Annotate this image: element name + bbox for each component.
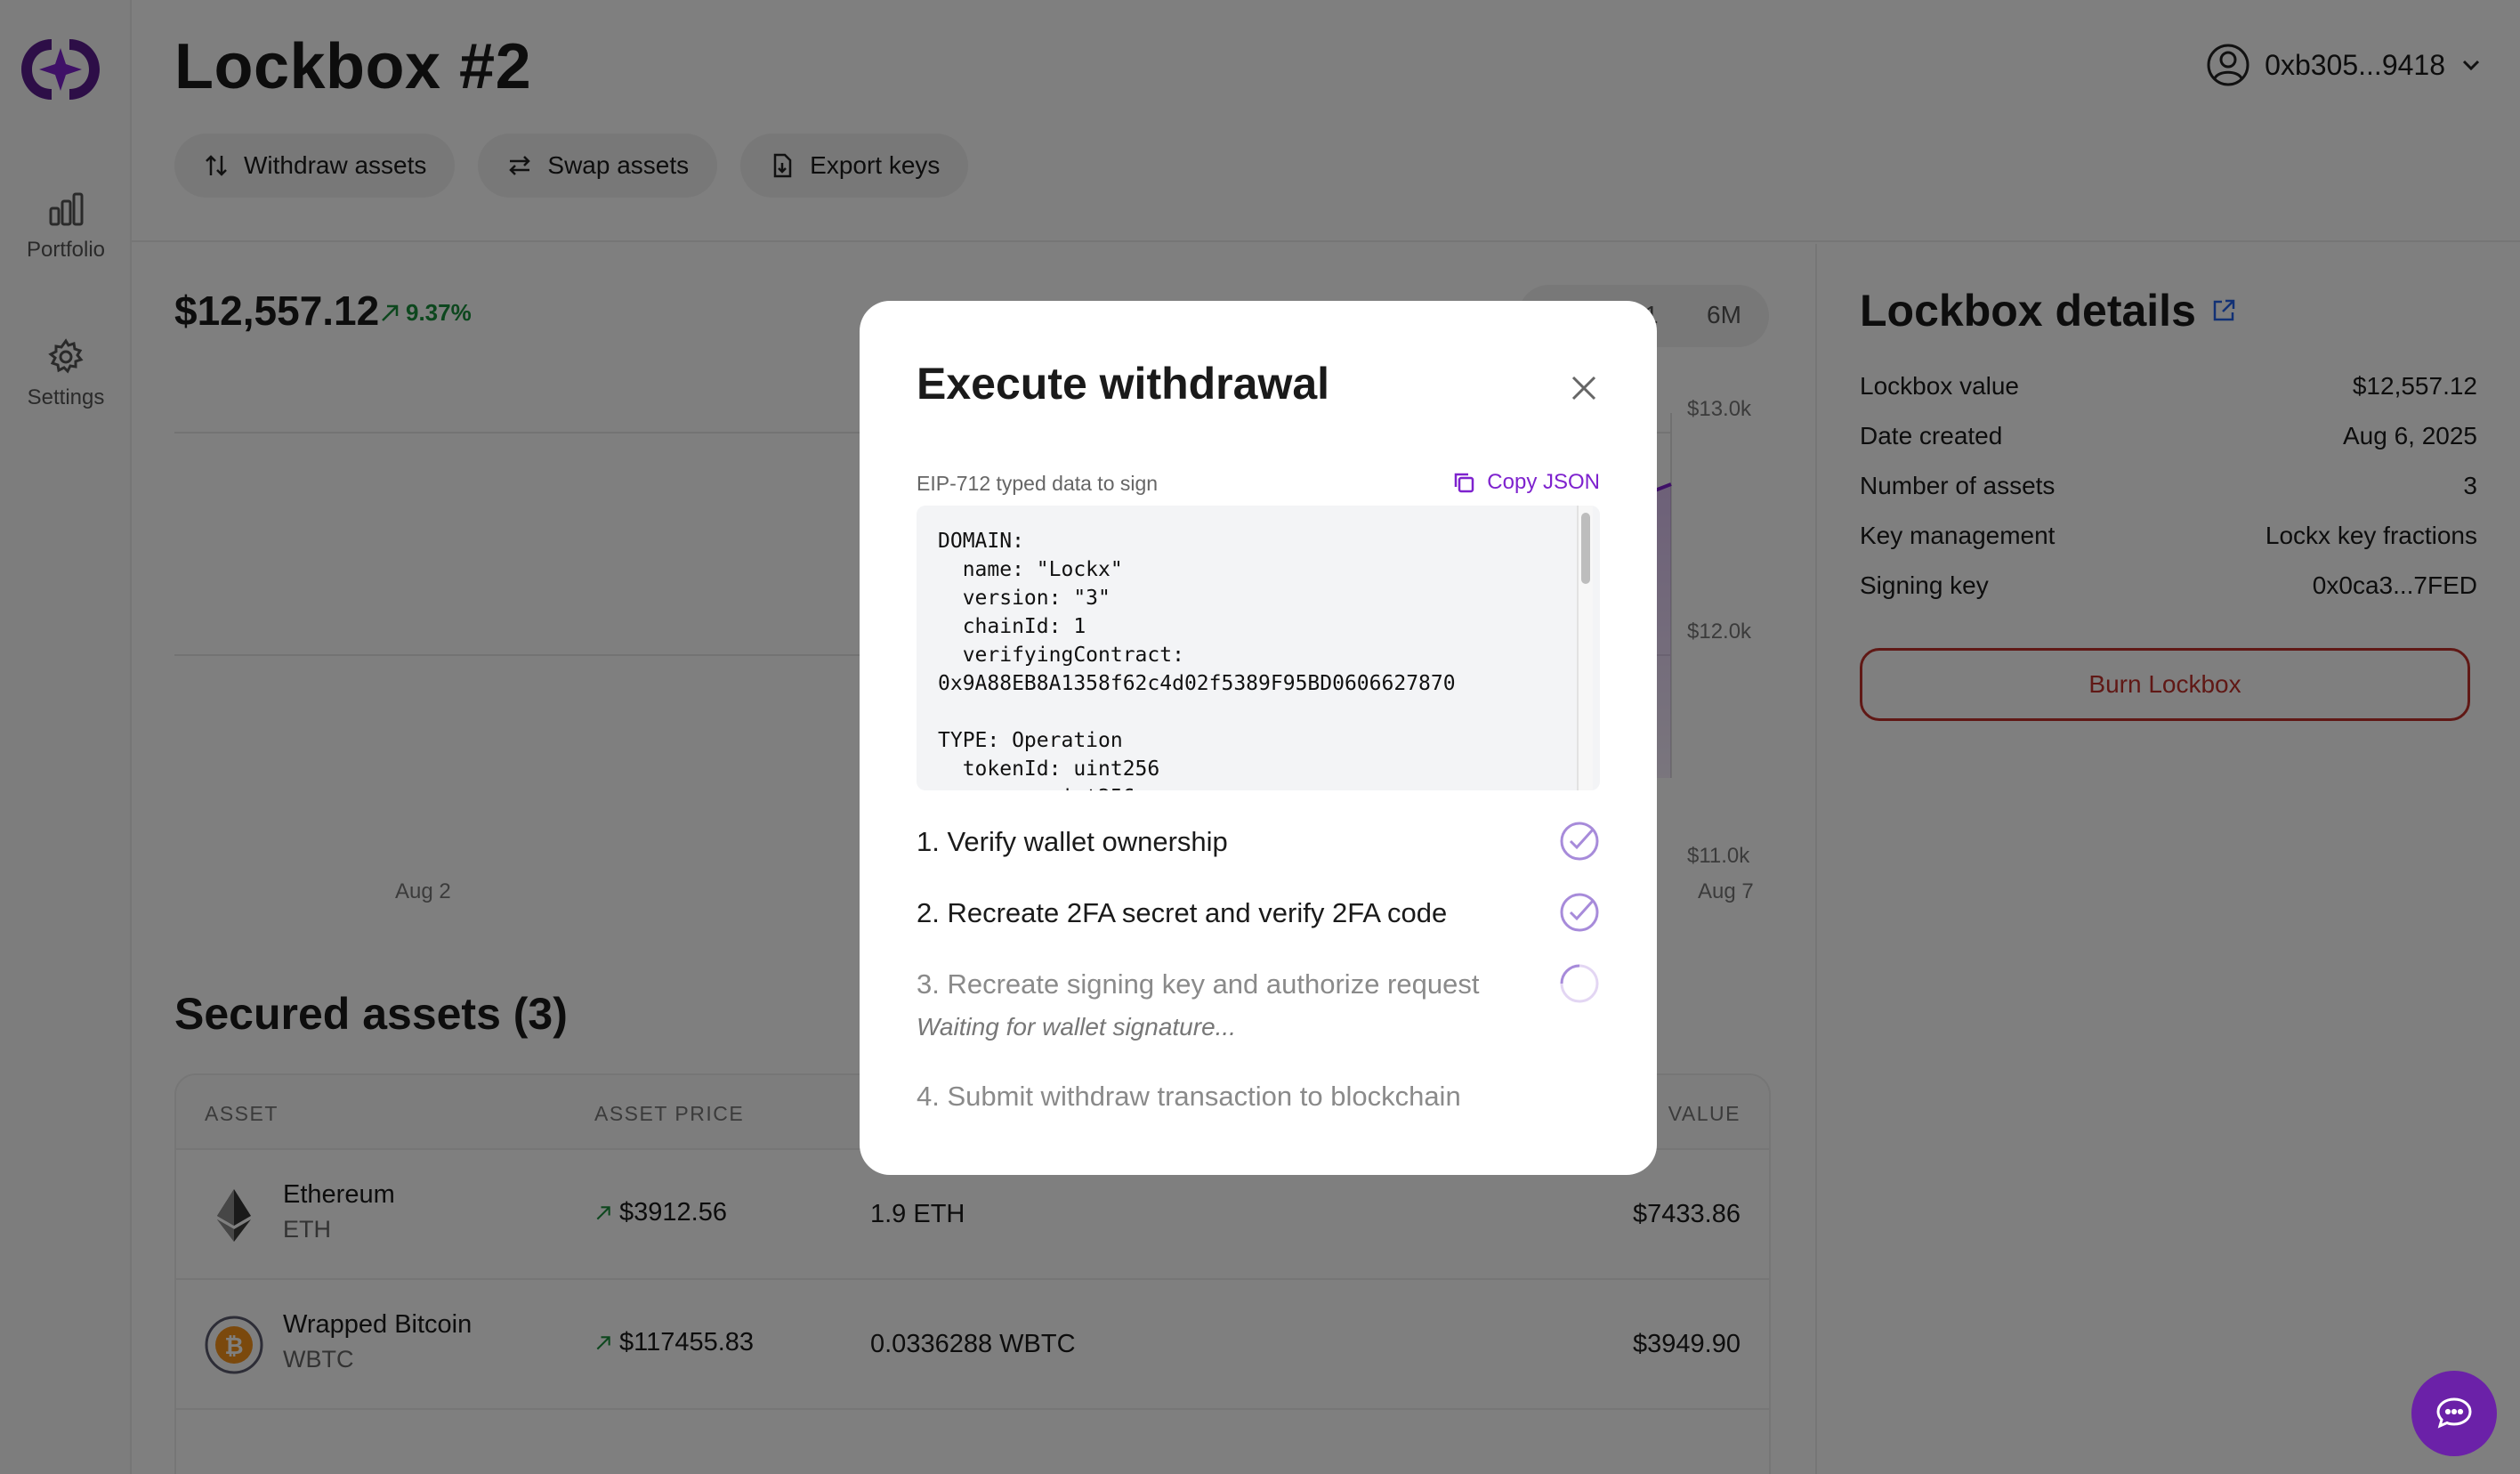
copy-icon xyxy=(1455,473,1474,493)
chat-support-button[interactable] xyxy=(2411,1371,2497,1456)
typed-data-text: DOMAIN: name: "Lockx" version: "3" chain… xyxy=(938,530,1456,790)
step-recreate-signing-key: 3. Recreate signing key and authorize re… xyxy=(917,964,1600,1003)
typed-data-label: EIP-712 typed data to sign xyxy=(917,472,1159,495)
copy-json-button[interactable]: Copy JSON xyxy=(1451,470,1600,495)
check-circle-icon xyxy=(1560,822,1599,861)
step-label: 1. Verify wallet ownership xyxy=(917,826,1228,857)
step-label: 2. Recreate 2FA secret and verify 2FA co… xyxy=(917,897,1448,928)
chat-bubble-icon xyxy=(2436,1397,2472,1429)
step-label: 3. Recreate signing key and authorize re… xyxy=(917,968,1480,1000)
loading-spinner-icon xyxy=(1560,964,1599,1003)
step-label: 4. Submit withdraw transaction to blockc… xyxy=(917,1081,1461,1112)
step-submit-transaction: 4. Submit withdraw transaction to blockc… xyxy=(917,1081,1600,1113)
check-circle-icon xyxy=(1560,893,1599,932)
close-icon[interactable] xyxy=(1568,372,1600,404)
code-scrollbar[interactable] xyxy=(1577,506,1593,790)
code-scrollbar-thumb[interactable] xyxy=(1581,513,1590,584)
step-recreate-2fa: 2. Recreate 2FA secret and verify 2FA co… xyxy=(917,893,1600,932)
execute-withdrawal-modal: Execute withdrawal EIP-712 typed data to… xyxy=(860,301,1657,1175)
typed-data-code[interactable]: DOMAIN: name: "Lockx" version: "3" chain… xyxy=(917,506,1600,790)
modal-title: Execute withdrawal xyxy=(917,359,1330,409)
copy-json-label: Copy JSON xyxy=(1487,470,1600,494)
step-status-text: Waiting for wallet signature... xyxy=(917,1013,1236,1041)
step-verify-wallet: 1. Verify wallet ownership xyxy=(917,822,1600,861)
